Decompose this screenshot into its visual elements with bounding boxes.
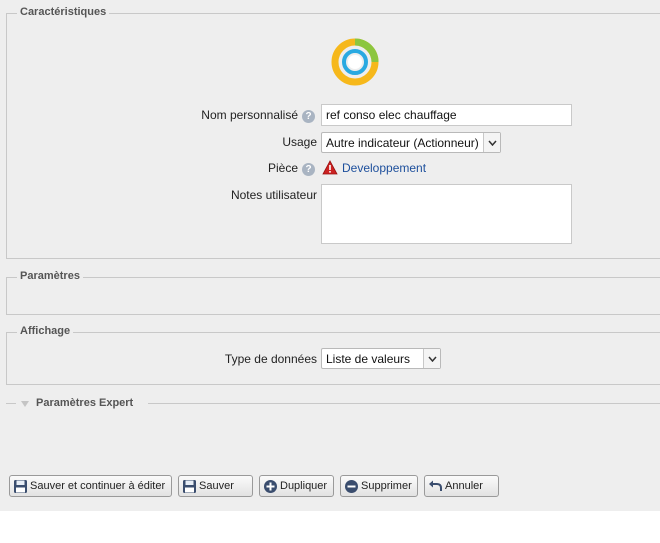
cancel-button[interactable]: Annuler (424, 475, 499, 497)
plus-circle-icon (263, 479, 278, 494)
notes-label: Notes utilisateur (230, 188, 317, 202)
delete-button[interactable]: Supprimer (340, 475, 418, 497)
help-icon[interactable]: ? (302, 163, 315, 176)
parameters-section: Paramètres (6, 270, 660, 315)
characteristics-legend: Caractéristiques (17, 6, 110, 18)
delete-label: Supprimer (361, 480, 412, 492)
notes-textarea[interactable] (321, 184, 572, 244)
duplicate-button[interactable]: Dupliquer (259, 475, 334, 497)
save-continue-label: Sauver et continuer à éditer (30, 480, 166, 492)
undo-arrow-icon (428, 479, 443, 494)
chevron-down-icon (423, 349, 440, 368)
parameters-legend: Paramètres (17, 270, 83, 282)
cancel-label: Annuler (445, 480, 483, 492)
indicator-ring-icon (331, 38, 379, 86)
floppy-disk-icon (13, 479, 28, 494)
save-continue-button[interactable]: Sauver et continuer à éditer (9, 475, 172, 497)
usage-select-value: Autre indicateur (Actionneur) (326, 136, 479, 150)
room-label: Pièce (267, 161, 298, 175)
save-button[interactable]: Sauver (178, 475, 253, 497)
name-input[interactable]: ref conso elec chauffage (321, 104, 572, 126)
chevron-down-icon (483, 133, 500, 152)
form-panel: Caractéristiques Nom personnalisé ? ref … (0, 0, 660, 511)
data-type-select-value: Liste de valeurs (326, 352, 411, 366)
help-icon[interactable]: ? (302, 110, 315, 123)
duplicate-label: Dupliquer (280, 480, 328, 492)
usage-label: Usage (282, 135, 317, 149)
display-legend: Affichage (17, 325, 74, 337)
triangle-down-icon (21, 401, 29, 407)
name-label: Nom personnalisé (201, 108, 298, 122)
usage-select[interactable]: Autre indicateur (Actionneur) (321, 132, 501, 153)
data-type-select[interactable]: Liste de valeurs (321, 348, 441, 369)
save-label: Sauver (199, 480, 234, 492)
data-type-label: Type de données (224, 352, 317, 366)
expert-legend: Paramètres Expert (36, 397, 134, 409)
room-link[interactable]: Developpement (342, 161, 426, 175)
expert-section-toggle[interactable]: Paramètres Expert (6, 397, 660, 411)
warning-icon (322, 160, 338, 175)
minus-circle-icon (344, 479, 359, 494)
floppy-disk-icon (182, 479, 197, 494)
